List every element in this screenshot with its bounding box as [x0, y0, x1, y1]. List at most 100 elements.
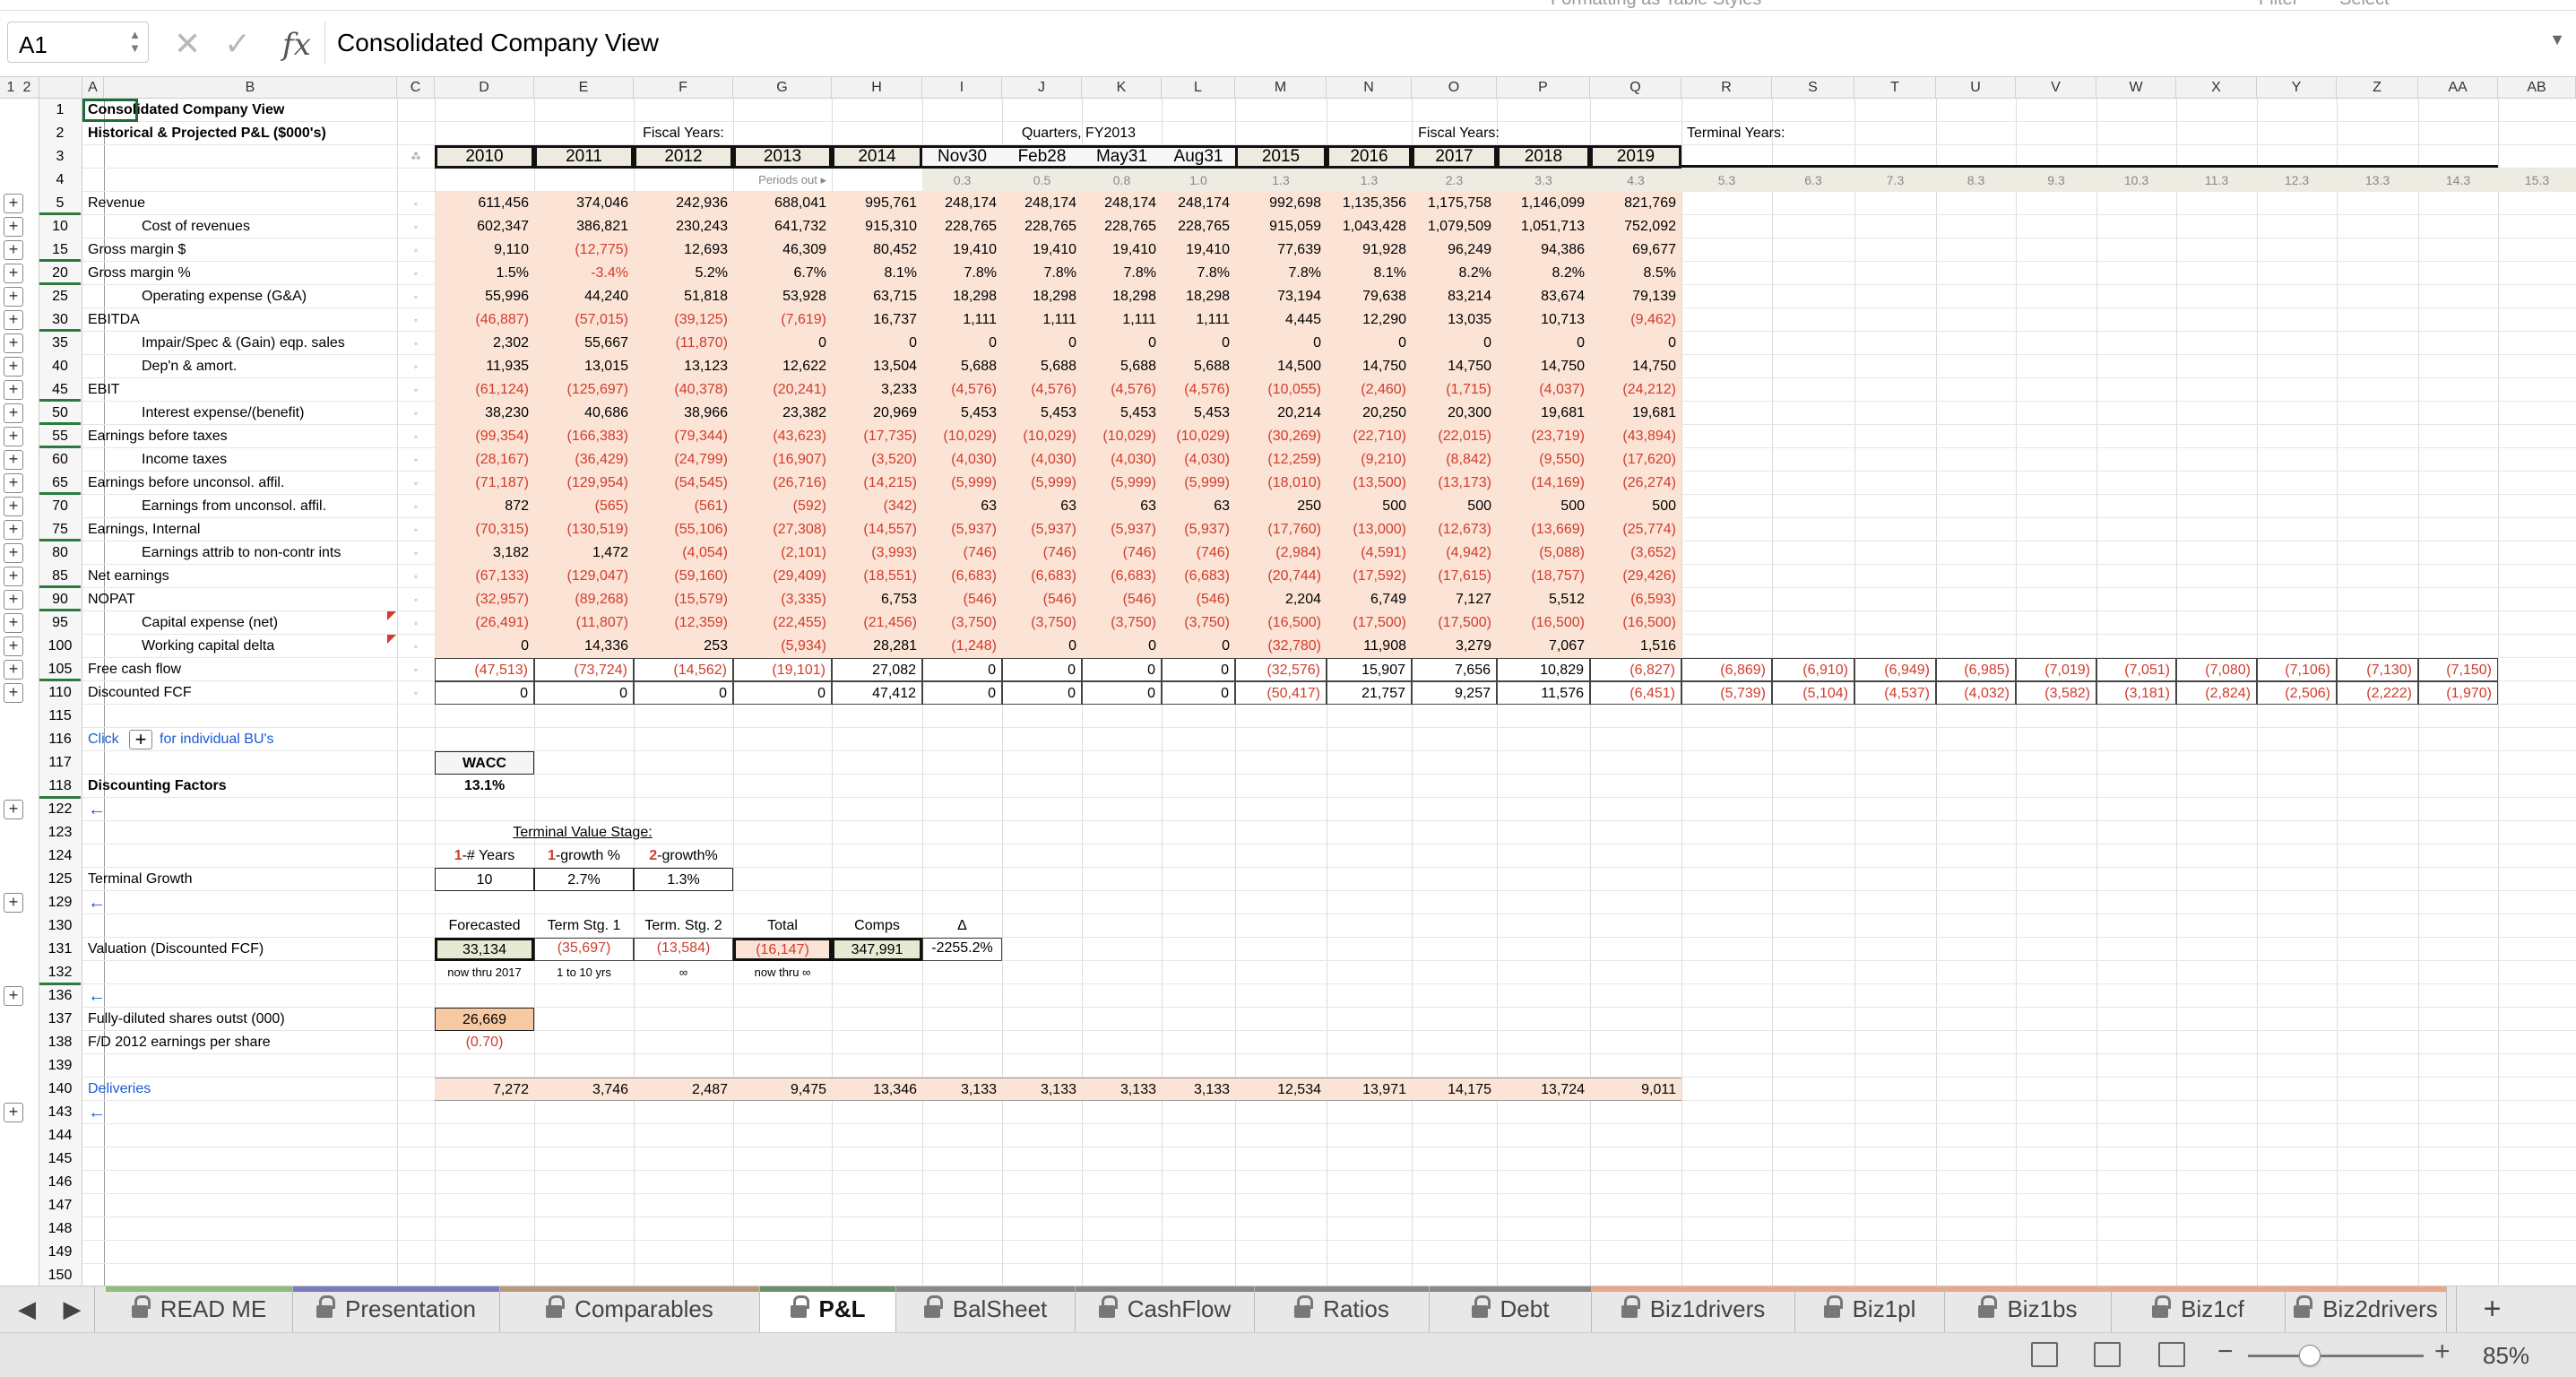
data-cell[interactable]: 23,382 [733, 402, 832, 425]
zoom-out-icon[interactable]: − [2217, 1337, 2234, 1367]
data-cell[interactable]: (5,937) [1162, 518, 1235, 541]
data-cell[interactable]: (12,673) [1412, 518, 1497, 541]
data-cell[interactable]: 51,818 [634, 285, 733, 308]
data-cell[interactable]: 611,456 [435, 192, 534, 215]
data-cell[interactable]: 14,750 [1327, 355, 1412, 378]
data-cell[interactable]: 0 [832, 332, 922, 355]
outline-level-1[interactable]: 1 [4, 77, 18, 99]
row-header[interactable]: 150 [39, 1264, 81, 1286]
row-header[interactable]: 35 [39, 332, 81, 355]
data-cell[interactable]: 53,928 [733, 285, 832, 308]
data-cell[interactable]: 0 [1082, 681, 1162, 705]
data-cell[interactable]: 8.1% [832, 262, 922, 285]
data-cell[interactable]: 253 [634, 635, 733, 658]
deliveries-cell[interactable]: 3,133 [1162, 1078, 1235, 1101]
row-header[interactable]: 105 [39, 658, 81, 681]
data-cell[interactable]: (546) [922, 588, 1002, 611]
data-cell[interactable]: (18,757) [1497, 565, 1590, 588]
row-header[interactable]: 30 [39, 308, 81, 332]
row-header[interactable]: 140 [39, 1078, 81, 1101]
expand-row-icon[interactable]: + [4, 543, 23, 563]
data-cell[interactable]: (28,167) [435, 448, 534, 472]
collapse-back-arrow[interactable]: ← [82, 1101, 118, 1124]
period-header[interactable]: 2012 [634, 145, 733, 169]
expand-row-icon[interactable]: + [4, 660, 23, 680]
data-cell[interactable]: (5,999) [1002, 472, 1082, 495]
terminal-cell[interactable]: (7,106) [2257, 658, 2337, 681]
data-cell[interactable]: 19,410 [922, 238, 1002, 262]
data-cell[interactable]: (18,551) [832, 565, 922, 588]
column-header-h[interactable]: H [832, 77, 922, 99]
data-cell[interactable]: (29,409) [733, 565, 832, 588]
data-cell[interactable]: 0 [1082, 658, 1162, 681]
data-cell[interactable]: 7.8% [1002, 262, 1082, 285]
data-cell[interactable]: (15,579) [634, 588, 733, 611]
data-cell[interactable]: 1,516 [1590, 635, 1681, 658]
data-cell[interactable]: (6,451) [1590, 681, 1681, 705]
data-cell[interactable]: 63,715 [832, 285, 922, 308]
data-cell[interactable]: (4,576) [1082, 378, 1162, 402]
sheet-tab-comparables[interactable]: Comparables [500, 1286, 760, 1333]
data-cell[interactable]: 13,123 [634, 355, 733, 378]
sheet-tab-presentation[interactable]: Presentation [293, 1286, 500, 1333]
terminal-cell[interactable]: (3,582) [2016, 681, 2096, 705]
data-cell[interactable]: 0 [634, 681, 733, 705]
data-cell[interactable]: (5,088) [1497, 541, 1590, 565]
data-cell[interactable]: (3,993) [832, 541, 922, 565]
zoom-slider-handle[interactable] [2298, 1345, 2321, 1366]
data-cell[interactable]: (3,750) [1082, 611, 1162, 635]
terminal-cell[interactable]: (6,985) [1936, 658, 2016, 681]
data-cell[interactable]: 752,092 [1590, 215, 1681, 238]
data-cell[interactable]: 12,290 [1327, 308, 1412, 332]
row-header[interactable]: 137 [39, 1008, 81, 1031]
sheet-tab-biz1bs[interactable]: Biz1bs [1945, 1286, 2112, 1333]
data-cell[interactable]: 63 [1162, 495, 1235, 518]
data-cell[interactable]: (20,241) [733, 378, 832, 402]
column-header-x[interactable]: X [2176, 77, 2257, 99]
data-cell[interactable]: (4,054) [634, 541, 733, 565]
expand-row-icon[interactable]: + [4, 683, 23, 703]
row-header[interactable]: 10 [39, 215, 81, 238]
data-cell[interactable]: 16,737 [832, 308, 922, 332]
data-cell[interactable]: 6.7% [733, 262, 832, 285]
column-header-y[interactable]: Y [2257, 77, 2337, 99]
data-cell[interactable]: (11,870) [634, 332, 733, 355]
terminal-cell[interactable]: (6,949) [1854, 658, 1936, 681]
data-cell[interactable]: (13,000) [1327, 518, 1412, 541]
data-cell[interactable]: 1,111 [1082, 308, 1162, 332]
column-header-b[interactable]: B [104, 77, 397, 99]
data-cell[interactable]: 500 [1327, 495, 1412, 518]
next-sheet-icon[interactable]: ▶ [50, 1286, 95, 1333]
data-cell[interactable]: 230,243 [634, 215, 733, 238]
deliveries-cell[interactable]: 9,475 [733, 1078, 832, 1101]
row-header[interactable]: 138 [39, 1031, 81, 1054]
row-header[interactable]: 143 [39, 1101, 81, 1124]
data-cell[interactable]: (546) [1082, 588, 1162, 611]
column-header-u[interactable]: U [1936, 77, 2016, 99]
data-cell[interactable]: 5,453 [1002, 402, 1082, 425]
data-cell[interactable]: 500 [1590, 495, 1681, 518]
data-cell[interactable]: (5,937) [1082, 518, 1162, 541]
data-cell[interactable]: (10,029) [1002, 425, 1082, 448]
prev-sheet-icon[interactable]: ◀ [0, 1286, 54, 1333]
column-header-z[interactable]: Z [2337, 77, 2418, 99]
data-cell[interactable]: (10,029) [922, 425, 1002, 448]
data-cell[interactable]: 602,347 [435, 215, 534, 238]
data-cell[interactable]: 0 [1002, 658, 1082, 681]
data-cell[interactable]: (19,101) [733, 658, 832, 681]
data-cell[interactable]: (25,774) [1590, 518, 1681, 541]
deliveries-cell[interactable]: 3,133 [1002, 1078, 1082, 1101]
row-header[interactable]: 116 [39, 728, 81, 751]
data-cell[interactable]: 0 [922, 332, 1002, 355]
name-box[interactable]: A1 ▲ ▼ [7, 22, 149, 63]
column-header-j[interactable]: J [1002, 77, 1082, 99]
data-cell[interactable]: (57,015) [534, 308, 634, 332]
data-cell[interactable]: 3,279 [1412, 635, 1497, 658]
data-cell[interactable]: (73,724) [534, 658, 634, 681]
outline-level-2[interactable]: 2 [20, 77, 34, 99]
period-header[interactable]: May31 [1082, 145, 1162, 169]
row-header[interactable]: 146 [39, 1171, 81, 1194]
expand-row-icon[interactable]: + [4, 310, 23, 330]
page-break-icon[interactable] [2158, 1342, 2185, 1367]
deliveries-cell[interactable]: 9,011 [1590, 1078, 1681, 1101]
